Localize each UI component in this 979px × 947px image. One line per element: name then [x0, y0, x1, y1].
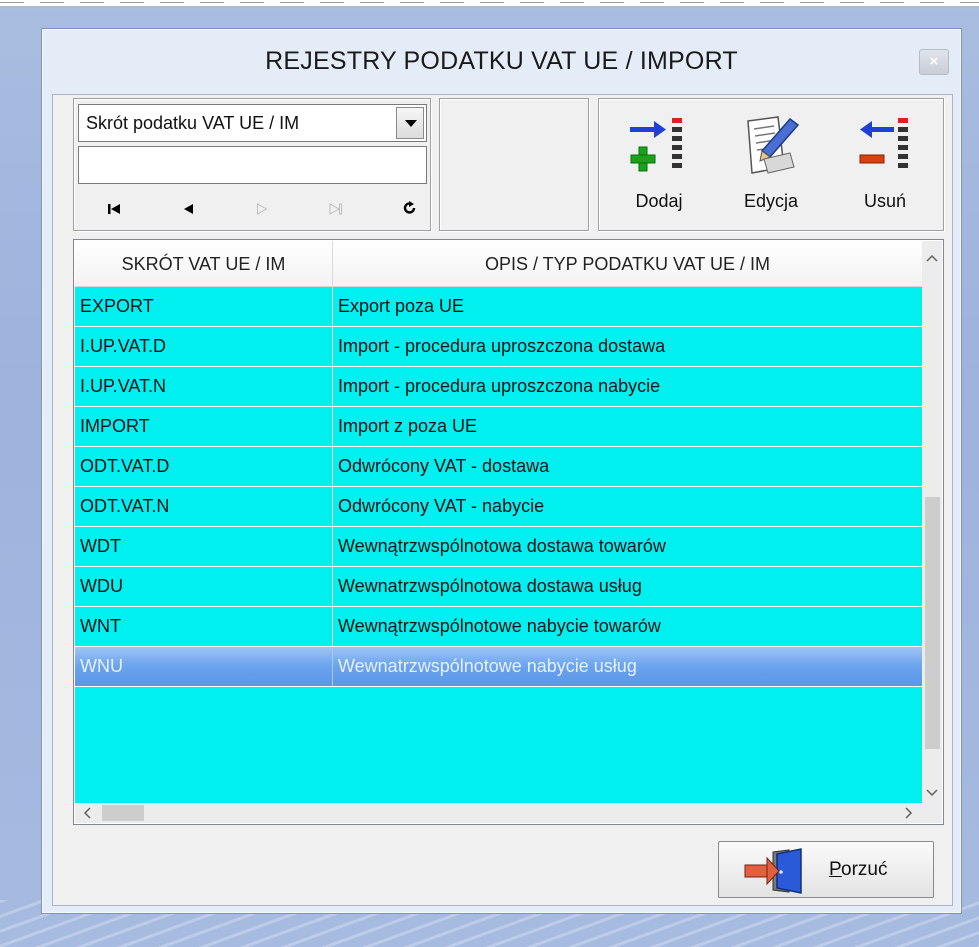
close-button[interactable]: × [919, 49, 949, 75]
table-row[interactable]: ODT.VAT.N Odwrócony VAT - nabycie [75, 487, 923, 527]
add-record-icon [630, 118, 682, 172]
cell-description: Wewnatrzwspólnotowa dostawa usług [333, 567, 923, 606]
refresh-button[interactable] [390, 195, 430, 225]
column-header-description[interactable]: OPIS / TYP PODATKU VAT UE / IM [333, 241, 923, 287]
edit-record-icon [747, 116, 800, 174]
add-button-label: Dodaj [635, 191, 683, 211]
last-record-icon [329, 203, 342, 215]
dialog-client-area: Skrót podatku VAT UE / IM Dodaj Edycja U… [52, 94, 953, 906]
cell-code: ODT.VAT.D [75, 447, 333, 486]
cell-description: Wewnątrzwspólnotowa dostawa towarów [333, 527, 923, 566]
cell-code: I.UP.VAT.D [75, 327, 333, 366]
cell-description: Import z poza UE [333, 407, 923, 446]
table-row[interactable]: WDT Wewnątrzwspólnotowa dostawa towarów [75, 527, 923, 567]
vat-registers-dialog: REJESTRY PODATKU VAT UE / IMPORT × Skrót… [41, 28, 962, 914]
edit-button-label: Edycja [743, 191, 799, 211]
delete-record-icon [859, 118, 908, 168]
table-row[interactable]: WDU Wewnatrzwspólnotowa dostawa usług [75, 567, 923, 607]
sort-field-combo[interactable]: Skrót podatku VAT UE / IM [78, 104, 427, 142]
quit-label-mnemonic: P [829, 859, 842, 880]
search-input[interactable] [78, 146, 427, 184]
horizontal-scrollbar[interactable] [75, 803, 923, 823]
cell-code: WDU [75, 567, 333, 606]
scroll-down-icon[interactable] [922, 782, 942, 802]
cell-description: Export poza UE [333, 287, 923, 326]
top-ruler [0, 0, 979, 7]
table-row-selected[interactable]: WNU Wewnatrzwspólnotowe nabycie usług [75, 647, 923, 687]
record-navigator [94, 195, 416, 225]
info-panel [439, 98, 589, 231]
quit-button-label: P [829, 859, 842, 881]
cell-description: Import - procedura uproszczona dostawa [333, 327, 923, 366]
grid-header: SKRÓT VAT UE / IM OPIS / TYP PODATKU VAT… [75, 241, 923, 287]
table-row[interactable]: EXPORT Export poza UE [75, 287, 923, 327]
cell-code: WNT [75, 607, 333, 646]
vat-registers-grid[interactable]: SKRÓT VAT UE / IM OPIS / TYP PODATKU VAT… [73, 239, 944, 825]
cell-code: I.UP.VAT.N [75, 367, 333, 406]
cell-code: WDT [75, 527, 333, 566]
horizontal-scroll-thumb[interactable] [102, 805, 144, 821]
next-record-button[interactable] [242, 195, 282, 225]
vertical-scroll-thumb[interactable] [925, 497, 940, 749]
cell-description: Wewnątrzwspólnotowe nabycie towarów [333, 607, 923, 646]
vertical-scrollbar[interactable] [922, 241, 942, 804]
grid-rows: EXPORT Export poza UE I.UP.VAT.D Import … [75, 287, 923, 687]
last-record-button[interactable] [316, 195, 356, 225]
next-record-icon [257, 203, 268, 215]
cell-description: Odwrócony VAT - nabycie [333, 487, 923, 526]
table-row[interactable]: WNT Wewnątrzwspólnotowe nabycie towarów [75, 607, 923, 647]
first-record-icon [108, 204, 120, 214]
navigator-panel: Skrót podatku VAT UE / IM [73, 98, 431, 231]
cell-code: IMPORT [75, 407, 333, 446]
delete-button[interactable]: Usuń [835, 105, 935, 223]
title-bar[interactable]: REJESTRY PODATKU VAT UE / IMPORT × [42, 29, 961, 93]
window-title: REJESTRY PODATKU VAT UE / IMPORT [265, 47, 738, 75]
cell-description: Wewnatrzwspólnotowe nabycie usług [333, 647, 923, 686]
grid-viewport: SKRÓT VAT UE / IM OPIS / TYP PODATKU VAT… [75, 241, 923, 804]
scroll-right-icon[interactable] [899, 803, 919, 823]
exit-door-icon [744, 848, 802, 894]
first-record-button[interactable] [94, 195, 134, 225]
table-row[interactable]: ODT.VAT.D Odwrócony VAT - dostawa [75, 447, 923, 487]
scrollbar-corner [922, 803, 942, 823]
delete-button-label: Usuń [863, 191, 907, 211]
cell-description: Import - procedura uproszczona nabycie [333, 367, 923, 406]
refresh-icon [403, 201, 416, 214]
prior-record-button[interactable] [168, 195, 208, 225]
toolbar-panel: Dodaj Edycja Usuń [598, 98, 944, 231]
sort-field-value: Skrót podatku VAT UE / IM [86, 113, 300, 133]
chevron-down-icon[interactable] [396, 107, 424, 139]
column-header-code[interactable]: SKRÓT VAT UE / IM [75, 241, 333, 287]
cell-code: EXPORT [75, 287, 333, 326]
prior-record-icon [184, 204, 193, 214]
quit-label-rest: orzuć [841, 859, 888, 880]
cell-description: Odwrócony VAT - dostawa [333, 447, 923, 486]
table-row[interactable]: I.UP.VAT.D Import - procedura uproszczon… [75, 327, 923, 367]
table-row[interactable]: IMPORT Import z poza UE [75, 407, 923, 447]
edit-button[interactable]: Edycja [721, 105, 821, 223]
quit-button[interactable]: Porzuć [718, 841, 934, 898]
scroll-up-icon[interactable] [922, 247, 942, 267]
cell-code: ODT.VAT.N [75, 487, 333, 526]
add-button[interactable]: Dodaj [609, 105, 709, 223]
table-row[interactable]: I.UP.VAT.N Import - procedura uproszczon… [75, 367, 923, 407]
cell-code: WNU [75, 647, 333, 686]
scroll-left-icon[interactable] [77, 803, 97, 823]
